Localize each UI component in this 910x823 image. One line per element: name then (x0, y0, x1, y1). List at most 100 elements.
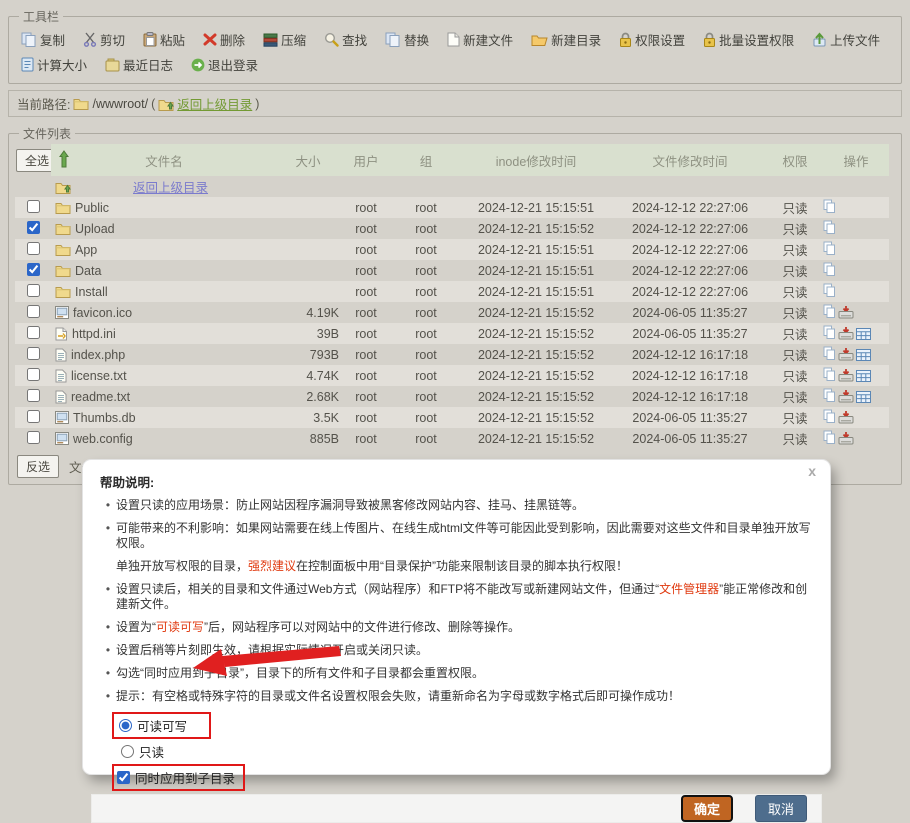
op-copy-icon[interactable] (823, 220, 836, 235)
op-copy-icon[interactable] (823, 304, 836, 319)
row-checkbox[interactable] (27, 305, 40, 318)
toolbar-button-compress[interactable]: 压缩 (263, 30, 306, 49)
ops-cell (823, 386, 889, 407)
column-perm[interactable]: 权限 (767, 144, 823, 176)
dialog-footer: 确定 取消 (91, 794, 822, 823)
filename-cell: favicon.ico (51, 302, 277, 323)
table-row-readme.txt: readme.txt2.68Krootroot2024-12-21 15:15:… (15, 386, 889, 407)
radio-readonly-option[interactable]: 只读 (121, 742, 164, 761)
toolbar-button-calc-size[interactable]: 计算大小 (21, 55, 87, 74)
radio-writable-label: 可读可写 (137, 716, 187, 735)
row-checkbox[interactable] (27, 221, 40, 234)
toolbar-button-search[interactable]: 查找 (324, 30, 367, 49)
row-checkbox[interactable] (27, 389, 40, 402)
row-checkbox[interactable] (27, 242, 40, 255)
toolbar-button-label: 最近日志 (123, 55, 173, 74)
return-parent-row-link[interactable]: 返回上级目录 (133, 177, 208, 196)
op-copy-icon[interactable] (823, 367, 836, 382)
size-cell (277, 239, 339, 260)
filename-text[interactable]: Upload (75, 222, 115, 236)
toolbar-button-label: 查找 (342, 30, 367, 49)
column-mtime[interactable]: 文件修改时间 (613, 144, 767, 176)
filename-text[interactable]: httpd.ini (72, 327, 116, 341)
row-checkbox[interactable] (27, 284, 40, 297)
op-copy-icon[interactable] (823, 388, 836, 403)
column-ops[interactable]: 操作 (823, 144, 889, 176)
ok-button[interactable]: 确定 (681, 795, 733, 822)
filename-text[interactable]: readme.txt (71, 390, 130, 404)
op-copy-icon[interactable] (823, 430, 836, 445)
toolbar-button-lock[interactable]: 权限设置 (619, 30, 685, 49)
filename-text[interactable]: index.php (71, 348, 125, 362)
op-edit-icon[interactable] (856, 349, 871, 361)
filename-text[interactable]: App (75, 243, 97, 257)
op-download-icon[interactable] (838, 389, 854, 403)
op-copy-icon[interactable] (823, 325, 836, 340)
folder-icon (55, 222, 71, 235)
toolbar-button-paste[interactable]: 粘贴 (143, 30, 185, 49)
select-all-button[interactable]: 全选 (16, 149, 51, 172)
column-user[interactable]: 用户 (339, 144, 393, 176)
column-size[interactable]: 大小 (277, 144, 339, 176)
row-checkbox[interactable] (27, 410, 40, 423)
filename-text[interactable]: Data (75, 264, 101, 278)
toolbar-button-delete[interactable]: 删除 (203, 30, 245, 49)
op-download-icon[interactable] (838, 410, 854, 424)
toolbar-button-lock-batch[interactable]: 批量设置权限 (703, 30, 794, 49)
filename-text[interactable]: Thumbs.db (73, 411, 136, 425)
empty-cell (459, 176, 613, 197)
op-download-icon[interactable] (838, 347, 854, 361)
apply-subdir-checkbox[interactable] (117, 771, 130, 784)
ops-cell (823, 407, 889, 428)
filename-text[interactable]: Public (75, 201, 109, 215)
return-parent-link[interactable]: 返回上级目录 (177, 94, 252, 113)
toolbar-button-new-folder[interactable]: 新建目录 (531, 30, 601, 49)
toolbar-button-logout[interactable]: 退出登录 (191, 55, 258, 74)
op-copy-icon[interactable] (823, 199, 836, 214)
toolbar-button-replace[interactable]: 替换 (385, 30, 429, 49)
toolbar-button-upload[interactable]: 上传文件 (812, 30, 880, 49)
op-copy-icon[interactable] (823, 283, 836, 298)
op-edit-icon[interactable] (856, 370, 871, 382)
column-inode-time[interactable]: inode修改时间 (459, 144, 613, 176)
op-copy-icon[interactable] (823, 262, 836, 277)
row-checkbox-cell (15, 386, 51, 407)
op-copy-icon[interactable] (823, 346, 836, 361)
row-checkbox[interactable] (27, 368, 40, 381)
op-copy-icon[interactable] (823, 241, 836, 256)
bullet: • (100, 666, 116, 681)
filename-text[interactable]: favicon.ico (73, 306, 132, 320)
apply-subdir-option[interactable]: 同时应用到子目录 (117, 768, 235, 787)
column-group[interactable]: 组 (393, 144, 459, 176)
radio-writable-option[interactable]: 可读可写 (119, 716, 187, 735)
op-download-icon[interactable] (838, 326, 854, 340)
row-checkbox-cell (15, 428, 51, 449)
row-checkbox[interactable] (27, 326, 40, 339)
inode-time-cell: 2024-12-21 15:15:51 (459, 281, 613, 302)
row-checkbox[interactable] (27, 263, 40, 276)
op-download-icon[interactable] (838, 305, 854, 319)
toolbar-button-cut[interactable]: 剪切 (83, 30, 125, 49)
radio-writable[interactable] (119, 719, 132, 732)
toolbar-button-recent-log[interactable]: 最近日志 (105, 55, 173, 74)
op-edit-icon[interactable] (856, 328, 871, 340)
cancel-button[interactable]: 取消 (755, 795, 807, 822)
op-edit-icon[interactable] (856, 391, 871, 403)
toolbar-button-copy[interactable]: 复制 (21, 30, 65, 49)
invert-select-button[interactable]: 反选 (17, 455, 59, 478)
sort-up-arrow-icon[interactable] (59, 150, 69, 168)
op-copy-icon[interactable] (823, 409, 836, 424)
radio-readonly[interactable] (121, 745, 134, 758)
filename-text[interactable]: Install (75, 285, 108, 299)
toolbar-button-new-file[interactable]: 新建文件 (447, 30, 513, 49)
row-checkbox[interactable] (27, 431, 40, 444)
image-icon (55, 432, 69, 445)
row-checkbox[interactable] (27, 347, 40, 360)
op-download-icon[interactable] (838, 431, 854, 445)
group-cell: root (393, 302, 459, 323)
row-checkbox[interactable] (27, 200, 40, 213)
column-filename[interactable]: 文件名 (51, 144, 277, 176)
filename-text[interactable]: web.config (73, 432, 133, 446)
op-download-icon[interactable] (838, 368, 854, 382)
filename-text[interactable]: license.txt (71, 369, 127, 383)
